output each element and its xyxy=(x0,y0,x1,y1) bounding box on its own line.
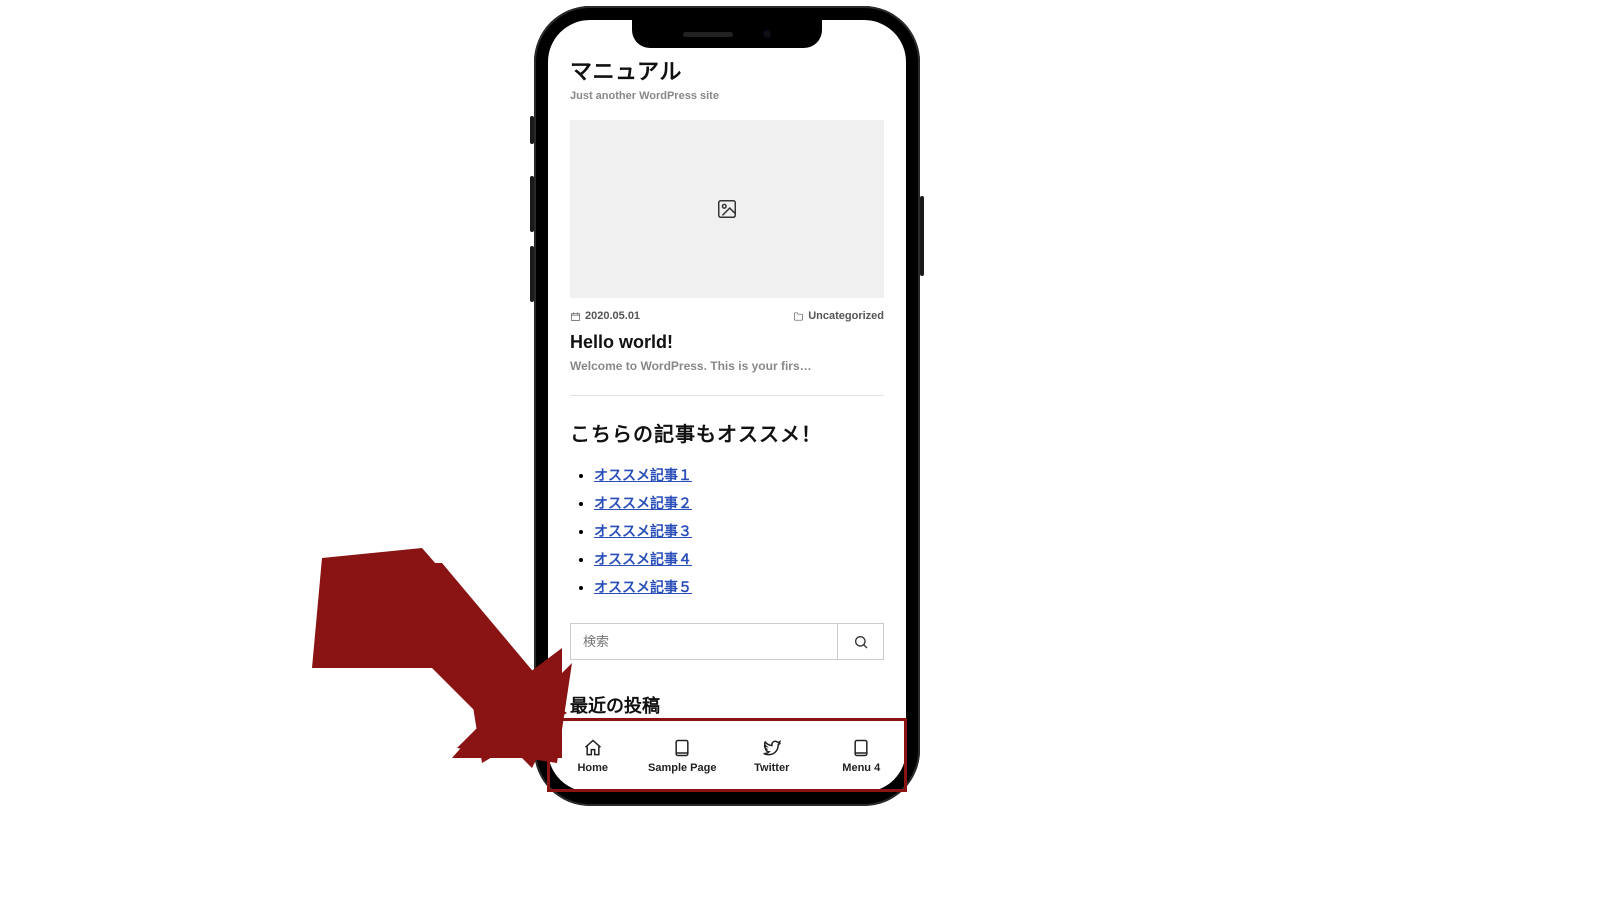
nav-home[interactable]: Home xyxy=(548,719,638,792)
post-category[interactable]: Uncategorized xyxy=(793,310,884,322)
page-icon xyxy=(851,738,871,758)
calendar-icon xyxy=(570,311,581,322)
search-input[interactable] xyxy=(571,624,837,659)
nav-label: Menu 4 xyxy=(842,762,880,774)
nav-label: Home xyxy=(577,762,608,774)
recommend-link[interactable]: オススメ記事２ xyxy=(594,495,692,511)
page-icon xyxy=(672,738,692,758)
post-thumbnail-placeholder[interactable] xyxy=(570,120,884,298)
twitter-icon xyxy=(762,738,782,758)
list-item: オススメ記事３ xyxy=(594,521,884,541)
site-tagline: Just another WordPress site xyxy=(570,90,884,102)
post-excerpt: Welcome to WordPress. This is your firs… xyxy=(570,359,884,373)
annotation-arrow xyxy=(312,548,572,768)
list-item: オススメ記事５ xyxy=(594,577,884,597)
phone-screen: マニュアル Just another WordPress site 2020.0… xyxy=(548,20,906,792)
recommend-link[interactable]: オススメ記事４ xyxy=(594,551,692,567)
page-content: マニュアル Just another WordPress site 2020.0… xyxy=(548,20,906,718)
nav-sample-page[interactable]: Sample Page xyxy=(638,719,728,792)
side-button xyxy=(530,176,534,232)
home-icon xyxy=(583,738,603,758)
post-title[interactable]: Hello world! xyxy=(570,332,884,353)
side-button xyxy=(920,196,924,276)
recommend-heading: こちらの記事もオススメ！ xyxy=(570,418,884,447)
footer-nav: Home Sample Page Twitter Menu 4 xyxy=(548,718,906,792)
search-form xyxy=(570,623,884,660)
nav-label: Twitter xyxy=(754,762,789,774)
phone-frame: マニュアル Just another WordPress site 2020.0… xyxy=(534,6,920,806)
search-button[interactable] xyxy=(837,624,883,659)
divider xyxy=(570,395,884,396)
recent-posts-heading: 最近の投稿 xyxy=(570,692,884,718)
list-item: オススメ記事４ xyxy=(594,549,884,569)
side-button xyxy=(530,246,534,302)
nav-twitter[interactable]: Twitter xyxy=(727,719,817,792)
search-icon xyxy=(853,634,869,650)
folder-icon xyxy=(793,311,804,322)
recommend-link[interactable]: オススメ記事３ xyxy=(594,523,692,539)
post-meta: 2020.05.01 Uncategorized xyxy=(570,310,884,322)
side-button xyxy=(530,116,534,144)
list-item: オススメ記事２ xyxy=(594,493,884,513)
post-date: 2020.05.01 xyxy=(570,310,640,322)
nav-label: Sample Page xyxy=(648,762,716,774)
list-item: オススメ記事１ xyxy=(594,465,884,485)
image-icon xyxy=(716,198,738,220)
nav-menu-4[interactable]: Menu 4 xyxy=(817,719,907,792)
post-category-text: Uncategorized xyxy=(808,310,884,322)
site-title[interactable]: マニュアル xyxy=(570,54,884,86)
phone-notch xyxy=(632,20,822,48)
recommend-link[interactable]: オススメ記事５ xyxy=(594,579,692,595)
post-date-text: 2020.05.01 xyxy=(585,310,640,322)
recommend-link[interactable]: オススメ記事１ xyxy=(594,467,692,483)
recommend-list: オススメ記事１ オススメ記事２ オススメ記事３ オススメ記事４ オススメ記事５ xyxy=(594,465,884,597)
